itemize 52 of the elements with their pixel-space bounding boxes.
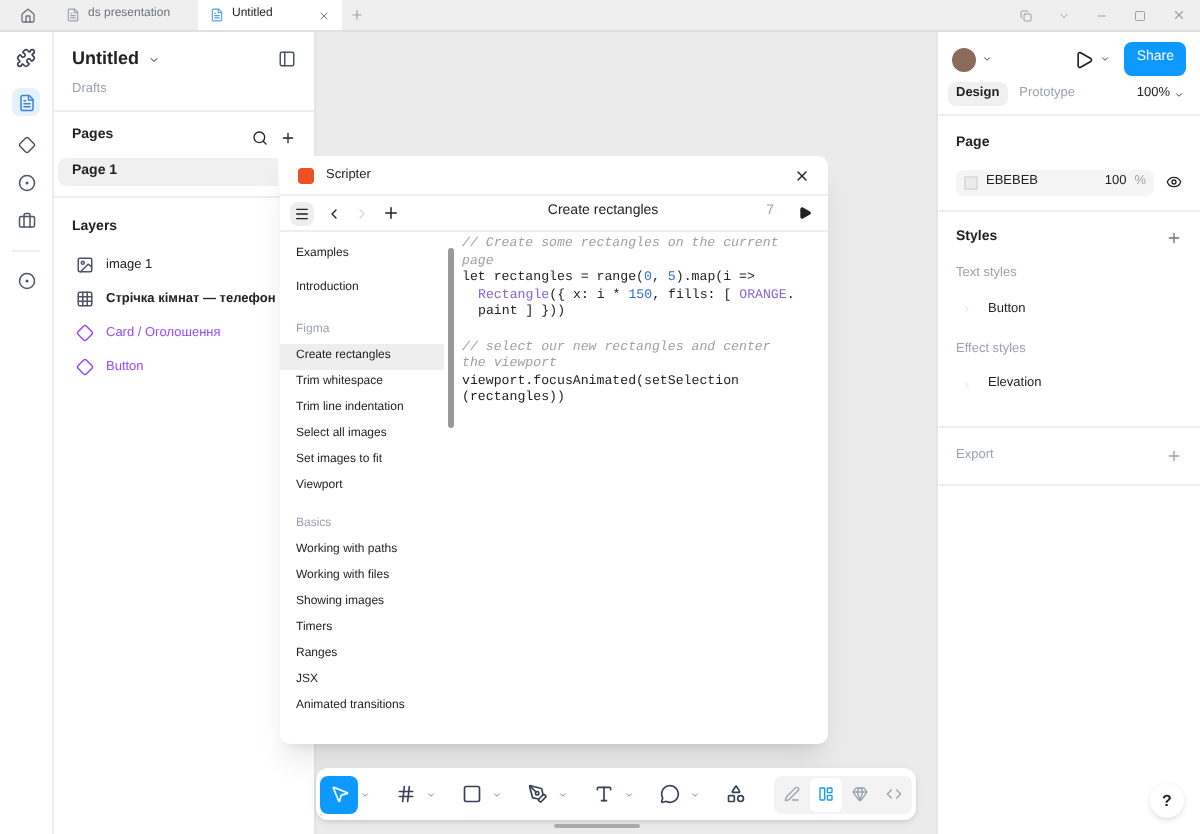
panel-icon[interactable] [278,50,296,69]
speech-bubble-icon [659,784,679,804]
search-icon[interactable] [252,129,268,145]
chevron-down-icon[interactable] [982,54,992,64]
help-button[interactable]: ? [1150,784,1184,818]
chevron-down-icon[interactable] [624,789,634,799]
add-icon[interactable] [280,129,296,145]
mode-button[interactable] [810,777,842,811]
image-icon [76,256,94,275]
app-icon [298,167,314,183]
gem-icon [852,786,868,802]
menu-icon[interactable] [294,205,310,221]
pointer-icon [329,784,349,804]
chevron-down-icon[interactable] [360,789,370,799]
chevron-down-icon[interactable] [558,789,568,799]
pen-icon [527,784,547,804]
avatar[interactable] [952,47,976,71]
chevron-down-icon[interactable] [492,789,502,799]
text-icon [593,784,613,804]
eye-icon[interactable] [1166,174,1182,190]
home-icon [19,7,35,23]
close-icon[interactable] [794,167,810,183]
maximize-icon[interactable] [1134,9,1146,21]
scrollbar-thumb[interactable] [447,248,453,428]
chevron-down-icon[interactable] [147,53,159,66]
play-icon[interactable] [1074,49,1095,69]
briefcase-icon[interactable] [17,212,35,230]
hash-icon [395,784,415,804]
chevron-down-icon[interactable] [1100,54,1111,64]
circle-dot-icon[interactable] [17,174,35,192]
layout-icon [818,786,834,802]
code-icon [886,786,902,802]
copy-icon[interactable] [1020,9,1032,21]
color-swatch [964,175,978,189]
grid-icon [76,290,94,309]
pen-line-icon [784,786,800,802]
diamond-icon[interactable] [17,136,35,154]
file-icon[interactable] [17,93,35,111]
file-icon [210,8,224,22]
run-icon[interactable] [798,206,812,220]
file-icon [66,8,80,22]
square-icon [461,784,481,804]
file-title[interactable]: Untitled [72,46,139,73]
add-icon[interactable] [382,204,400,222]
back-icon[interactable] [326,205,342,221]
shapes-icon [725,784,745,804]
scroll-indicator [554,824,640,828]
chevron-down-icon[interactable] [1174,89,1184,99]
chevron-down-icon[interactable] [426,789,436,799]
close-icon [318,9,330,21]
add-icon[interactable] [1166,229,1182,246]
chevron-down-icon[interactable] [690,789,700,799]
